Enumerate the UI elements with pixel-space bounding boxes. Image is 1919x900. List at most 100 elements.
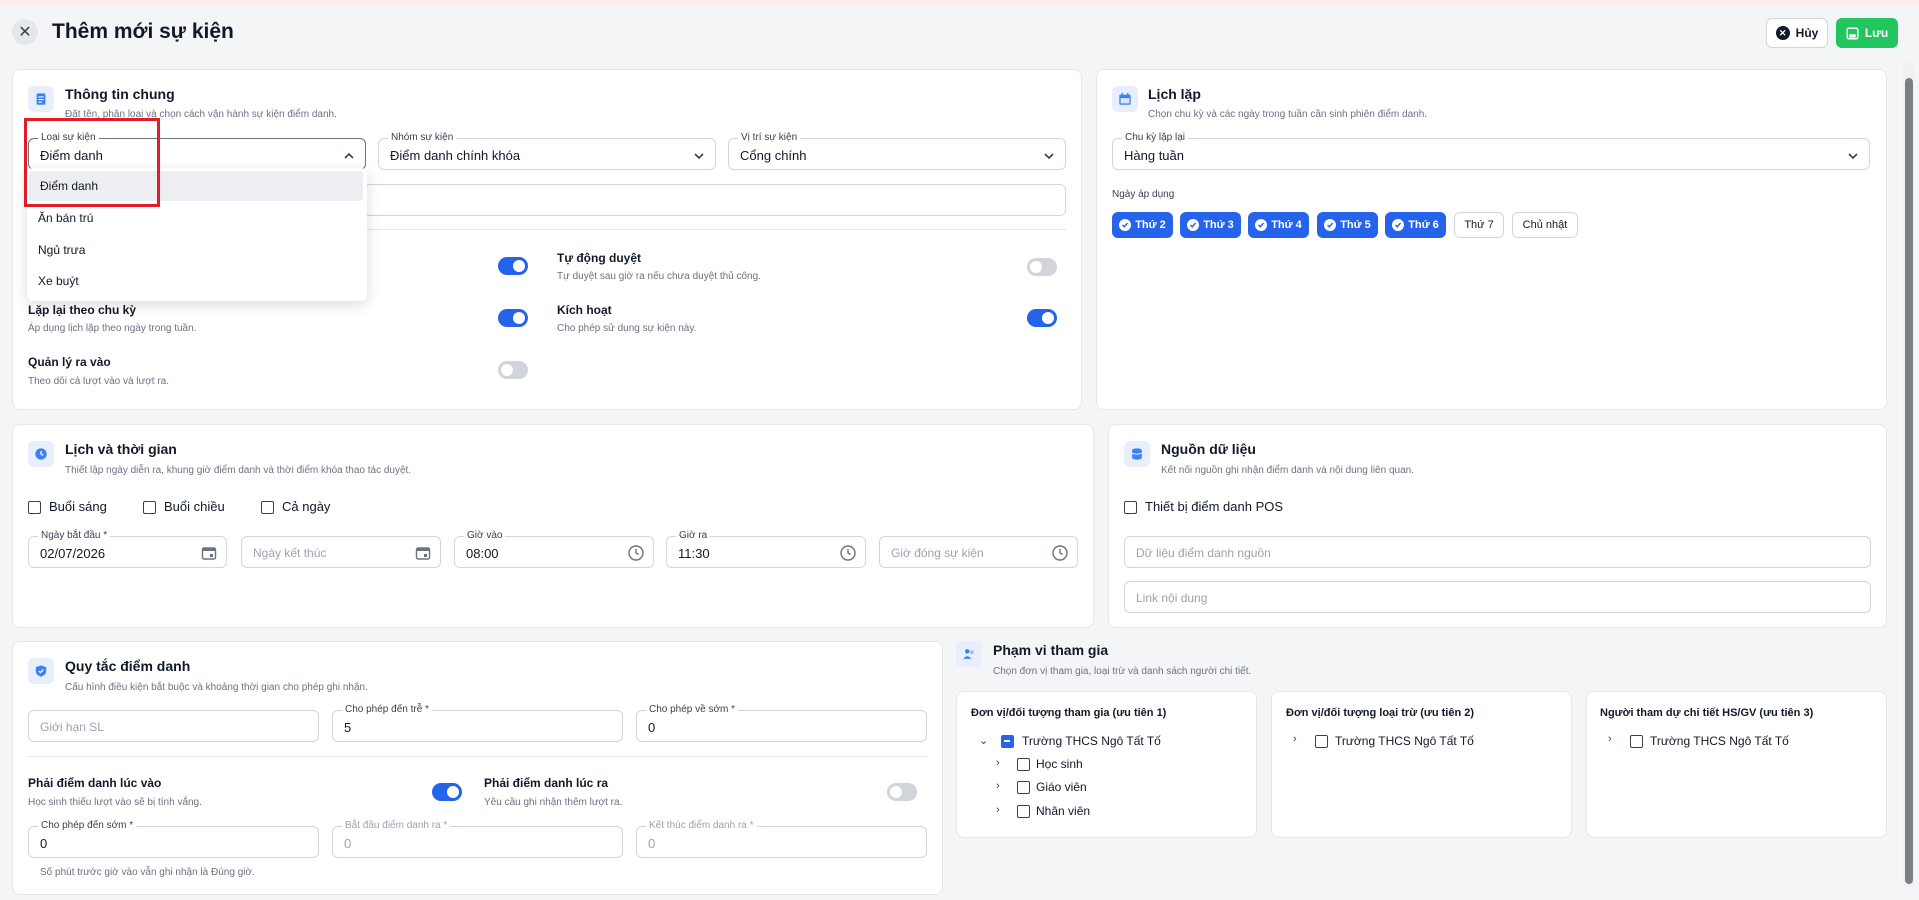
activate-sub: Cho phép sử dụng sự kiện này. bbox=[557, 323, 697, 334]
source-data-input[interactable]: Dữ liệu điểm danh nguồn bbox=[1124, 536, 1871, 568]
early-leave-label: Cho phép về sớm * bbox=[646, 704, 739, 716]
option-an-ban-tru[interactable]: Ăn bán trú bbox=[27, 203, 367, 233]
rules-title: Quy tắc điểm danh bbox=[65, 658, 191, 674]
check-circle-icon bbox=[1392, 219, 1405, 231]
early-leave-input[interactable]: Cho phép về sớm * 0 bbox=[636, 704, 927, 742]
day-chip-thu4[interactable]: Thứ 4 bbox=[1248, 212, 1309, 238]
late-allow-input[interactable]: Cho phép đến trễ * 5 bbox=[332, 704, 623, 742]
activate-label: Kích hoạt bbox=[557, 303, 612, 317]
close-time-input[interactable]: Giờ đóng sự kiện bbox=[879, 536, 1078, 568]
data-source-title: Nguồn dữ liệu bbox=[1161, 441, 1256, 457]
option-xe-buyt[interactable]: Xe buýt bbox=[27, 266, 367, 296]
save-button[interactable]: Lưu bbox=[1836, 18, 1898, 48]
page-scrollbar-thumb[interactable] bbox=[1905, 78, 1913, 884]
day-label: Thứ 4 bbox=[1271, 219, 1302, 231]
event-location-select[interactable]: Vị trí sự kiện Cổng chính bbox=[728, 132, 1066, 170]
chevron-right-icon[interactable]: › bbox=[996, 757, 1000, 769]
day-chip-thu6[interactable]: Thứ 6 bbox=[1385, 212, 1446, 238]
database-icon bbox=[1124, 441, 1150, 467]
schedule-title: Lịch và thời gian bbox=[65, 441, 177, 457]
check-circle-icon bbox=[1324, 219, 1337, 231]
must-out-toggle[interactable] bbox=[887, 783, 917, 801]
option-ngu-trua[interactable]: Ngủ trưa bbox=[27, 235, 367, 265]
activate-toggle[interactable] bbox=[1027, 309, 1057, 327]
shield-icon bbox=[28, 658, 54, 684]
school-exclude-checkbox[interactable] bbox=[1315, 735, 1328, 748]
cancel-circle-icon: ✕ bbox=[1775, 26, 1790, 40]
afternoon-label: Buổi chiều bbox=[164, 499, 225, 514]
day-chip-thu3[interactable]: Thứ 3 bbox=[1180, 212, 1241, 238]
highlight-box bbox=[24, 118, 160, 207]
auto-approve-sub: Tự duyệt sau giờ ra nếu chưa duyệt thủ c… bbox=[557, 271, 761, 282]
chevron-down-icon[interactable]: ⌄ bbox=[979, 734, 988, 747]
event-group-label: Nhóm sự kiện bbox=[388, 132, 457, 144]
early-arrive-input[interactable]: Cho phép đến sớm * 0 bbox=[28, 820, 319, 858]
school-include-label: Trường THCS Ngô Tất Tố bbox=[1022, 734, 1161, 748]
schedule-subtitle: Thiết lập ngày diễn ra, khung giờ điểm d… bbox=[65, 465, 412, 476]
chevron-right-icon[interactable]: › bbox=[996, 780, 1000, 792]
day-chip-chunhat[interactable]: Chủ nhật bbox=[1512, 212, 1578, 238]
allday-checkbox[interactable] bbox=[261, 501, 274, 514]
afternoon-checkbox[interactable] bbox=[143, 501, 156, 514]
must-in-toggle[interactable] bbox=[432, 783, 462, 801]
save-label: Lưu bbox=[1864, 26, 1889, 40]
morning-checkbox[interactable] bbox=[28, 501, 41, 514]
event-location-label: Vị trí sự kiện bbox=[738, 132, 801, 144]
close-icon[interactable]: ✕ bbox=[12, 19, 38, 45]
time-out-input[interactable]: Giờ ra 11:30 bbox=[666, 530, 866, 568]
clock-icon[interactable] bbox=[839, 544, 857, 562]
chevron-down-icon bbox=[1044, 153, 1054, 160]
limit-input[interactable]: Giới hạn SL bbox=[28, 710, 319, 742]
chevron-up-icon bbox=[344, 152, 354, 159]
clock-icon[interactable] bbox=[627, 544, 645, 562]
allday-label: Cả ngày bbox=[282, 499, 331, 514]
end-date-input[interactable]: Ngày kết thúc bbox=[241, 536, 441, 568]
day-label: Thứ 6 bbox=[1408, 219, 1439, 231]
in-out-toggle[interactable] bbox=[498, 361, 528, 379]
event-group-select[interactable]: Nhóm sự kiện Điểm danh chính khóa bbox=[378, 132, 716, 170]
clock-icon[interactable] bbox=[1051, 544, 1069, 562]
cancel-button[interactable]: ✕ Hủy bbox=[1766, 18, 1828, 48]
pos-device-checkbox[interactable] bbox=[1124, 501, 1137, 514]
school-detail-checkbox[interactable] bbox=[1630, 735, 1643, 748]
early-arrive-note: Số phút trước giờ vào vẫn ghi nhận là Đú… bbox=[40, 867, 255, 878]
scope-exclude-title: Đơn vị/đối tượng loại trừ (ưu tiên 2) bbox=[1286, 707, 1475, 719]
chevron-right-icon[interactable]: › bbox=[1293, 733, 1297, 745]
day-label: Thứ 3 bbox=[1203, 219, 1234, 231]
students-checkbox[interactable] bbox=[1017, 758, 1030, 771]
time-in-label: Giờ vào bbox=[464, 530, 506, 542]
repeat-cycle-select[interactable]: Chu kỳ lặp lại Hàng tuần bbox=[1112, 132, 1870, 170]
must-out-label: Phải điểm danh lúc ra bbox=[484, 776, 609, 790]
hidden-option-toggle[interactable] bbox=[498, 257, 528, 275]
auto-approve-toggle[interactable] bbox=[1027, 258, 1057, 276]
scope-include-title: Đơn vị/đối tượng tham gia (ưu tiên 1) bbox=[971, 707, 1167, 719]
day-chip-thu2[interactable]: Thứ 2 bbox=[1112, 212, 1173, 238]
content-link-input[interactable]: Link nội dung bbox=[1124, 581, 1871, 613]
source-data-placeholder: Dữ liệu điểm danh nguồn bbox=[1136, 546, 1271, 560]
day-label: Thứ 7 bbox=[1464, 219, 1494, 231]
scope-title: Phạm vi tham gia bbox=[993, 642, 1109, 658]
early-arrive-value: 0 bbox=[40, 836, 48, 851]
time-in-input[interactable]: Giờ vào 08:00 bbox=[454, 530, 654, 568]
start-date-input[interactable]: Ngày bắt đầu * 02/07/2026 bbox=[28, 530, 227, 568]
day-chip-thu5[interactable]: Thứ 5 bbox=[1317, 212, 1378, 238]
chevron-right-icon[interactable]: › bbox=[1608, 733, 1612, 745]
check-circle-icon bbox=[1255, 219, 1268, 231]
day-label: Thứ 5 bbox=[1340, 219, 1371, 231]
teachers-checkbox[interactable] bbox=[1017, 781, 1030, 794]
staff-checkbox[interactable] bbox=[1017, 805, 1030, 818]
out-start-input[interactable]: Bắt đầu điểm danh ra * 0 bbox=[332, 820, 623, 858]
general-info-title: Thông tin chung bbox=[65, 86, 175, 102]
repeat-toggle[interactable] bbox=[498, 309, 528, 327]
chevron-right-icon[interactable]: › bbox=[996, 804, 1000, 816]
school-include-checkbox[interactable] bbox=[1001, 735, 1014, 748]
must-in-label: Phải điểm danh lúc vào bbox=[28, 776, 162, 790]
calendar-icon[interactable] bbox=[200, 544, 218, 562]
users-icon bbox=[956, 641, 982, 667]
calendar-icon[interactable] bbox=[414, 544, 432, 562]
school-exclude-label: Trường THCS Ngô Tất Tố bbox=[1335, 734, 1474, 748]
out-end-input[interactable]: Kết thúc điểm danh ra * 0 bbox=[636, 820, 927, 858]
day-chip-thu7[interactable]: Thứ 7 bbox=[1454, 212, 1504, 238]
early-arrive-label: Cho phép đến sớm * bbox=[38, 820, 137, 832]
document-icon bbox=[28, 86, 54, 112]
